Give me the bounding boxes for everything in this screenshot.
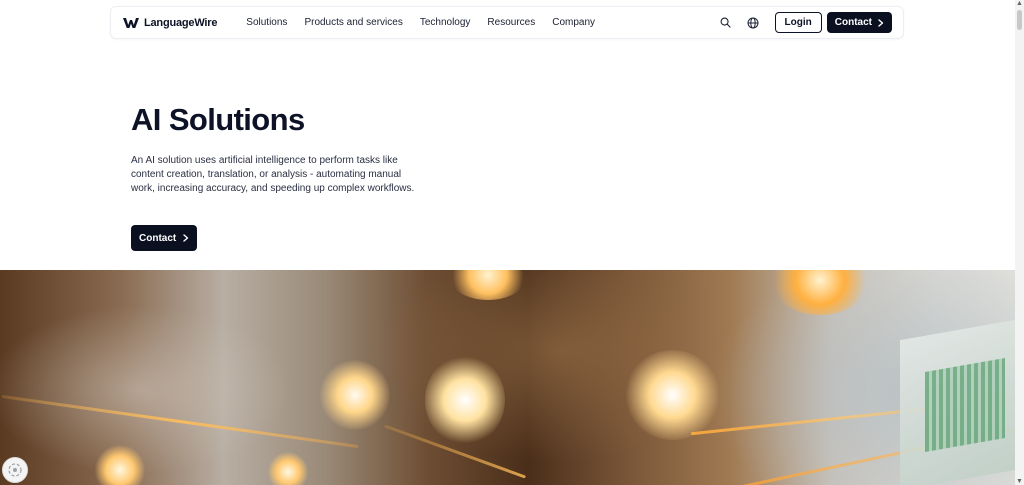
laptop-screen-chart	[925, 357, 1005, 453]
search-icon[interactable]	[718, 15, 734, 31]
scroll-up-arrow-icon[interactable]: ▲	[1016, 0, 1023, 7]
light-glow	[320, 360, 390, 430]
logo-mark-icon	[123, 17, 139, 28]
light-glow	[425, 355, 505, 445]
page-scrollbar[interactable]: ▲ ▼	[1015, 0, 1024, 485]
consent-widget-icon	[8, 463, 22, 477]
header-contact-button[interactable]: Contact	[826, 12, 892, 33]
hero-image	[0, 270, 1015, 485]
header-actions: Login Contact	[718, 12, 892, 33]
brand-name: LanguageWire	[144, 16, 218, 29]
chevron-right-icon	[183, 234, 189, 242]
header-contact-label: Contact	[834, 17, 872, 28]
brand-logo[interactable]: LanguageWire	[123, 17, 217, 29]
hero-contact-label: Contact	[139, 232, 177, 244]
chevron-right-icon	[878, 18, 884, 27]
menu-item-solutions[interactable]: Solutions	[246, 17, 287, 28]
light-glow	[770, 270, 870, 315]
login-button[interactable]: Login	[774, 12, 822, 33]
menu-item-company[interactable]: Company	[552, 17, 595, 28]
main-menu: Solutions Products and services Technolo…	[246, 17, 612, 28]
consent-widget-button[interactable]	[2, 457, 28, 483]
light-streak	[1, 394, 359, 449]
site-header: LanguageWire Solutions Products and serv…	[110, 6, 904, 39]
menu-item-resources[interactable]: Resources	[487, 17, 535, 28]
hero-description: An AI solution uses artificial intellige…	[131, 155, 415, 194]
light-glow	[268, 452, 308, 485]
hero-contact-button[interactable]: Contact	[131, 225, 198, 251]
menu-item-products-and-services[interactable]: Products and services	[304, 17, 402, 28]
page-title: AI Solutions	[131, 102, 305, 137]
light-glow	[95, 445, 145, 485]
menu-item-technology[interactable]: Technology	[420, 17, 471, 28]
light-glow	[448, 270, 528, 300]
scroll-down-arrow-icon[interactable]: ▼	[1016, 478, 1023, 485]
light-glow	[625, 350, 720, 440]
scroll-thumb[interactable]	[1017, 10, 1022, 30]
globe-icon[interactable]	[745, 15, 761, 31]
